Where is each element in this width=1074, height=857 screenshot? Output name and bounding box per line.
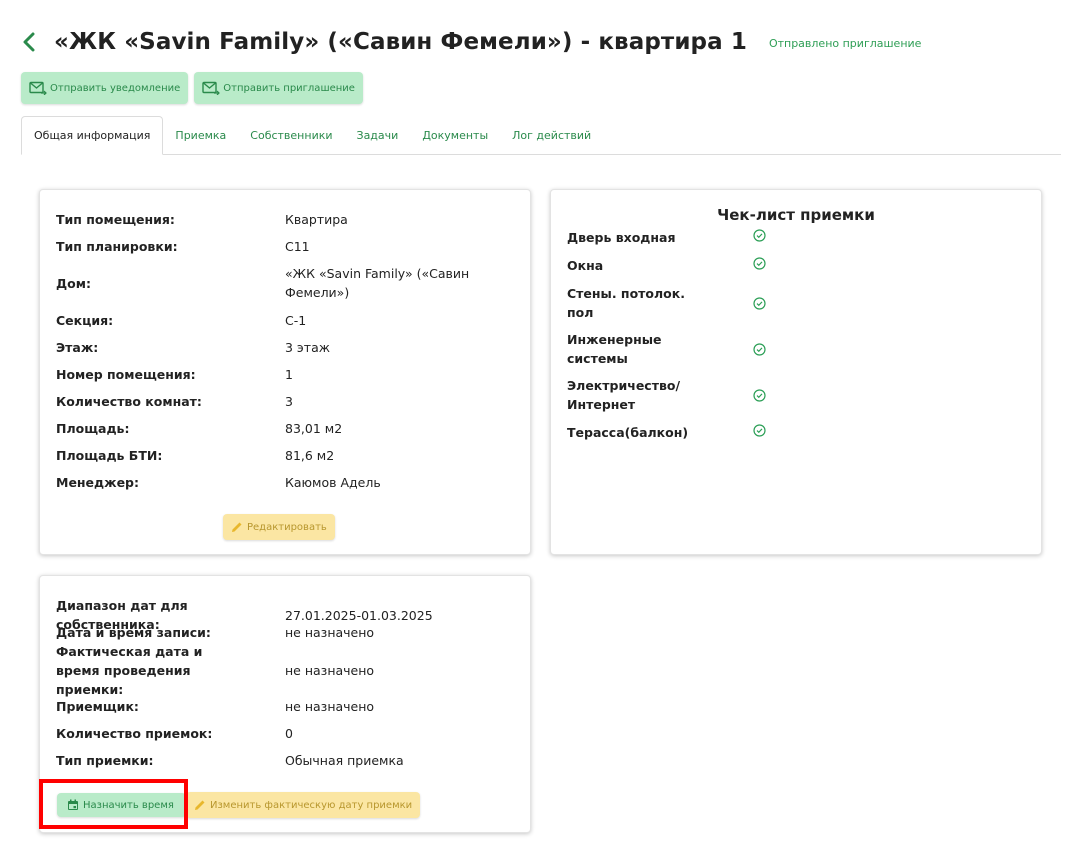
acceptance-value: 27.01.2025-01.03.2025 xyxy=(285,607,433,623)
checklist-item-label: Инженерные системы xyxy=(567,332,662,366)
assign-time-button[interactable]: Назначить время xyxy=(57,793,186,817)
info-value: Квартира xyxy=(285,212,348,227)
info-row: Площадь: 83,01 м2 xyxy=(56,419,514,438)
check-circle-icon xyxy=(752,424,766,438)
acceptance-value: не назначено xyxy=(285,662,375,678)
edit-button[interactable]: Редактировать xyxy=(223,514,335,540)
info-value: 3 xyxy=(285,394,293,409)
action-bar: Отправить уведомление Отправить приглаше… xyxy=(21,72,363,104)
check-circle-icon xyxy=(752,229,766,243)
info-label: Тип планировки: xyxy=(56,239,178,254)
info-value: 1 xyxy=(285,367,293,382)
pencil-icon xyxy=(232,522,242,532)
page-header: «ЖК «Savin Family» («Савин Фемели») - кв… xyxy=(18,26,921,58)
change-actual-date-label: Изменить фактическую дату приемки xyxy=(210,799,413,811)
acceptance-label: Дата и время записи: xyxy=(56,625,211,640)
mail-send-icon xyxy=(202,81,221,95)
info-row: Площадь БТИ: 81,6 м2 xyxy=(56,446,514,465)
acceptance-value: не назначено xyxy=(285,699,375,714)
back-button[interactable] xyxy=(18,27,40,57)
info-value: С11 xyxy=(285,239,310,254)
send-notification-label: Отправить уведомление xyxy=(50,82,181,94)
assign-time-label: Назначить время xyxy=(83,799,174,811)
tab-acceptance[interactable]: Приемка xyxy=(163,116,238,154)
info-label: Секция: xyxy=(56,313,114,328)
check-circle-icon xyxy=(752,257,766,271)
checklist-item-label: Стены. потолок. пол xyxy=(567,286,685,320)
send-notification-button[interactable]: Отправить уведомление xyxy=(21,72,189,104)
info-label: Площадь: xyxy=(56,421,130,436)
checklist-title: Чек-лист приемки xyxy=(717,206,875,224)
info-value: Каюмов Адель xyxy=(285,475,381,490)
info-row: Этаж: 3 этаж xyxy=(56,338,514,357)
tab-documents[interactable]: Документы xyxy=(410,116,500,154)
send-invitation-label: Отправить приглашение xyxy=(223,82,355,94)
checklist-item: Терасса(балкон) xyxy=(567,423,827,442)
info-label: Номер помещения: xyxy=(56,367,196,382)
tab-owners[interactable]: Собственники xyxy=(238,116,344,154)
checklist-item-label: Терасса(балкон) xyxy=(567,425,689,440)
invite-status: Отправлено приглашение xyxy=(768,37,922,50)
acceptance-checklist-card: Чек-лист приемки Дверь входная Окна Стен… xyxy=(550,189,1042,555)
info-label: Площадь БТИ: xyxy=(56,448,163,463)
checklist-item-label: Электричество/ Интернет xyxy=(567,378,681,412)
acceptance-row: Количество приемок: 0 xyxy=(56,724,514,743)
info-row: Дом: «ЖК «Savin Family» («Савин Фемели») xyxy=(56,264,514,302)
edit-button-label: Редактировать xyxy=(247,521,327,533)
check-circle-icon xyxy=(752,296,766,310)
property-info-card: Тип помещения: Квартира Тип планировки: … xyxy=(39,189,531,555)
info-value: 83,01 м2 xyxy=(285,421,343,436)
acceptance-label: Тип приемки: xyxy=(56,753,154,768)
info-label: Количество комнат: xyxy=(56,394,202,409)
checklist-item-label: Дверь входная xyxy=(567,230,676,245)
acceptance-row: Фактическая дата и время проведения прие… xyxy=(56,644,514,697)
checklist-item: Стены. потолок. пол xyxy=(567,284,827,322)
info-label: Дом: xyxy=(56,275,91,291)
calendar-icon xyxy=(68,799,78,810)
checklist-item: Инженерные системы xyxy=(567,330,827,368)
acceptance-row: Приемщик: не назначено xyxy=(56,697,514,716)
acceptance-value: 0 xyxy=(285,726,293,741)
send-invitation-button[interactable]: Отправить приглашение xyxy=(194,72,363,104)
checklist-item: Дверь входная xyxy=(567,228,827,247)
info-row: Тип планировки: С11 xyxy=(56,237,514,256)
info-value: «ЖК «Savin Family» («Савин Фемели») xyxy=(285,266,470,300)
tab-action-log[interactable]: Лог действий xyxy=(500,116,603,154)
info-row: Тип помещения: Квартира xyxy=(56,210,514,229)
checklist-item-label: Окна xyxy=(567,258,604,273)
info-value: 3 этаж xyxy=(285,340,330,355)
info-row: Менеджер: Каюмов Адель xyxy=(56,473,514,492)
acceptance-value: Обычная приемка xyxy=(285,753,404,768)
acceptance-label: Количество приемок: xyxy=(56,726,213,741)
tab-general-info[interactable]: Общая информация xyxy=(21,116,164,155)
acceptance-row: Дата и время записи: не назначено xyxy=(56,623,514,642)
info-label: Тип помещения: xyxy=(56,212,175,227)
acceptance-value: не назначено xyxy=(285,625,375,640)
mail-send-icon xyxy=(29,81,47,95)
check-circle-icon xyxy=(752,388,766,402)
pencil-icon xyxy=(195,800,205,810)
page-title: «ЖК «Savin Family» («Савин Фемели») - кв… xyxy=(54,29,747,55)
chevron-left-icon xyxy=(23,32,35,52)
checklist-item: Электричество/ Интернет xyxy=(567,376,827,414)
info-row: Количество комнат: 3 xyxy=(56,392,514,411)
check-circle-icon xyxy=(752,342,766,356)
checklist-item: Окна xyxy=(567,256,827,275)
tab-tasks[interactable]: Задачи xyxy=(345,116,411,154)
info-value: 81,6 м2 xyxy=(285,448,335,463)
acceptance-label: Фактическая дата и время проведения прие… xyxy=(56,643,203,697)
info-row: Номер помещения: 1 xyxy=(56,365,514,384)
info-label: Менеджер: xyxy=(56,475,139,490)
change-actual-date-button[interactable]: Изменить фактическую дату приемки xyxy=(186,792,421,818)
acceptance-info-card: Диапазон дат для собственника: 27.01.202… xyxy=(39,575,531,833)
info-value: С-1 xyxy=(285,313,307,328)
tab-bar: Общая информация Приемка Собственники За… xyxy=(21,116,1061,155)
info-row: Секция: С-1 xyxy=(56,311,514,330)
acceptance-label: Приемщик: xyxy=(56,699,139,714)
info-label: Этаж: xyxy=(56,340,99,355)
acceptance-row: Тип приемки: Обычная приемка xyxy=(56,751,514,770)
